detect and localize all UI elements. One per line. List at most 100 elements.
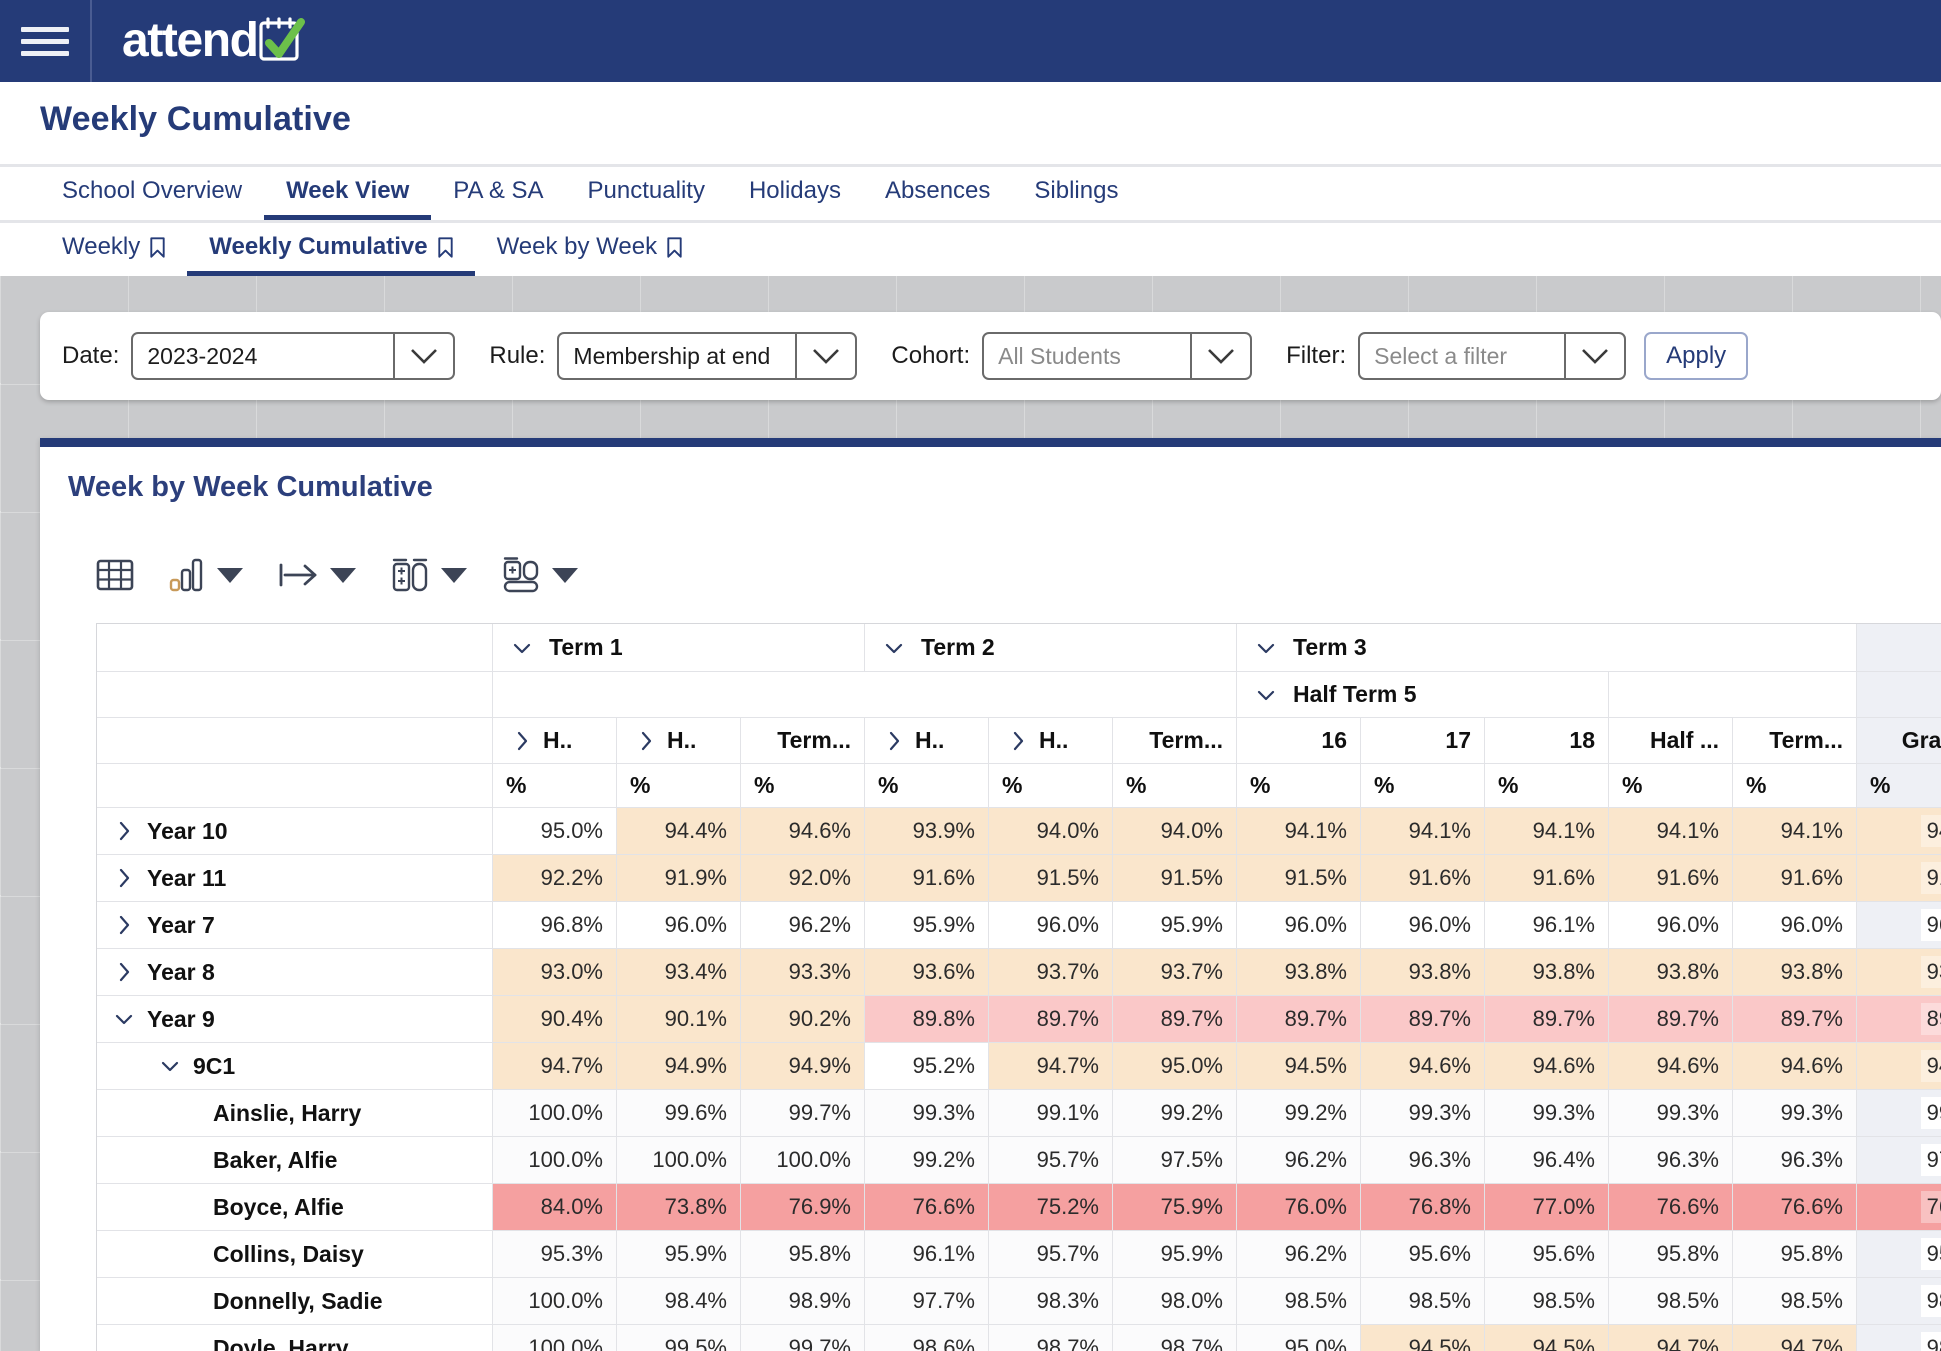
data-cell: 89.7%: [989, 996, 1113, 1043]
table-row[interactable]: Year 8 93.0% 93.4% 93.3% 93.6% 93.7% 93.7% 93.8…: [97, 949, 1941, 996]
table-row[interactable]: Baker, Alfie 100.0% 100.0% 100.0% 99.2% 95.7%…: [97, 1137, 1941, 1184]
half-term-group-header[interactable]: Half Term 5: [1237, 672, 1609, 718]
term-group-header[interactable]: Term 1: [493, 624, 865, 672]
row-label-cell[interactable]: Year 10: [97, 808, 493, 855]
chevron-down-icon[interactable]: [109, 1007, 139, 1031]
grand-total-cell: 98.2%: [1857, 1325, 1941, 1351]
table-row[interactable]: Doyle, Harry 100.0% 99.5% 99.7% 98.6% 98.7% 98…: [97, 1325, 1941, 1351]
chevron-right-icon[interactable]: [109, 960, 139, 984]
tab-siblings[interactable]: Siblings: [1012, 179, 1140, 220]
bookmark-icon[interactable]: [150, 236, 165, 258]
bookmark-icon[interactable]: [437, 236, 453, 258]
table-row[interactable]: Boyce, Alfie 84.0% 73.8% 76.9% 76.6% 75.2% 75.…: [97, 1184, 1941, 1231]
hamburger-menu-icon[interactable]: [0, 0, 92, 82]
term-group-header[interactable]: Term 3: [1237, 624, 1857, 672]
tab-week-view[interactable]: Week View: [264, 179, 432, 220]
tab-absences[interactable]: Absences: [863, 179, 1012, 220]
data-cell: 95.6%: [1361, 1231, 1485, 1278]
bookmark-icon[interactable]: [667, 236, 682, 258]
row-label-cell[interactable]: 9C1: [97, 1043, 493, 1090]
term-group-header[interactable]: Term 2: [865, 624, 1237, 672]
cell-value: 94.6%: [1408, 1053, 1471, 1078]
subtab-weekly-cumulative[interactable]: Weekly Cumulative: [187, 235, 475, 276]
chevron-down-icon[interactable]: [1251, 683, 1281, 707]
tab-punctuality[interactable]: Punctuality: [566, 179, 727, 220]
row-label-cell[interactable]: Ainslie, Harry: [97, 1090, 493, 1137]
rule-select[interactable]: Membership at end: [557, 332, 858, 380]
column-header[interactable]: Term...: [741, 718, 865, 764]
table-view-icon[interactable]: [96, 558, 134, 592]
chevron-right-icon[interactable]: [631, 729, 661, 753]
cell-value: 95.3%: [540, 1241, 603, 1266]
cell-value: 92.0%: [788, 865, 851, 890]
term-group-header[interactable]: [1857, 624, 1941, 672]
chevron-right-icon[interactable]: [879, 729, 909, 753]
table-row[interactable]: Year 10 95.0% 94.4% 94.6% 93.9% 94.0% 94.0% 94.…: [97, 808, 1941, 855]
chevron-down-icon[interactable]: [507, 636, 537, 660]
chevron-right-icon[interactable]: [109, 913, 139, 937]
bar-chart-icon[interactable]: [168, 558, 243, 592]
table-row[interactable]: 9C1 94.7% 94.9% 94.9% 95.2% 94.7% 95.0% 94.5% 94…: [97, 1043, 1941, 1090]
chevron-down-icon[interactable]: [1251, 636, 1281, 660]
column-header-label: H..: [667, 727, 697, 753]
cell-value: 89.9%: [1920, 1003, 1941, 1035]
cell-value: 75.9%: [1160, 1194, 1223, 1219]
cohort-select[interactable]: All Students: [982, 332, 1253, 380]
apply-button[interactable]: Apply: [1644, 332, 1749, 380]
column-header[interactable]: Term...: [1113, 718, 1237, 764]
row-label-cell[interactable]: Year 11: [97, 855, 493, 902]
tab-pa-sa[interactable]: PA & SA: [431, 179, 565, 220]
row-label-cell[interactable]: Year 7: [97, 902, 493, 949]
tab-school-overview[interactable]: School Overview: [40, 179, 264, 220]
chevron-right-icon[interactable]: [1003, 729, 1033, 753]
column-header[interactable]: 18: [1485, 718, 1609, 764]
date-select[interactable]: 2023-2024: [131, 332, 456, 380]
row-label-cell[interactable]: Year 8: [97, 949, 493, 996]
column-header[interactable]: H..: [617, 718, 741, 764]
column-header[interactable]: H..: [865, 718, 989, 764]
subtab-weekly[interactable]: Weekly: [40, 235, 187, 276]
chevron-right-icon[interactable]: [507, 729, 537, 753]
table-row[interactable]: Donnelly, Sadie 100.0% 98.4% 98.9% 97.7% 98.3…: [97, 1278, 1941, 1325]
tab-label: Weekly: [62, 233, 141, 260]
row-label-cell[interactable]: Donnelly, Sadie: [97, 1278, 493, 1325]
row-label-cell[interactable]: Collins, Daisy: [97, 1231, 493, 1278]
cell-value: 93.0%: [540, 959, 603, 984]
export-arrow-icon[interactable]: [277, 558, 356, 592]
row-label-cell[interactable]: Year 9: [97, 996, 493, 1043]
cell-value: 98.9%: [788, 1288, 851, 1313]
cell-value: 98.3%: [1920, 1285, 1941, 1317]
row-label-cell[interactable]: Doyle, Harry: [97, 1325, 493, 1351]
chevron-down-icon[interactable]: [879, 636, 909, 660]
row-label-cell[interactable]: Baker, Alfie: [97, 1137, 493, 1184]
column-header[interactable]: Term...: [1733, 718, 1857, 764]
column-header[interactable]: 17: [1361, 718, 1485, 764]
column-settings-icon[interactable]: [390, 557, 467, 593]
table-row[interactable]: Year 9 90.4% 90.1% 90.2% 89.8% 89.7% 89.7% 89.7…: [97, 996, 1941, 1043]
data-cell: 99.3%: [865, 1090, 989, 1137]
table-row[interactable]: Year 11 92.2% 91.9% 92.0% 91.6% 91.5% 91.5% 91.…: [97, 855, 1941, 902]
chevron-down-icon[interactable]: [155, 1054, 185, 1078]
data-cell: 93.0%: [493, 949, 617, 996]
column-header[interactable]: 16: [1237, 718, 1361, 764]
filter-select[interactable]: Select a filter: [1358, 332, 1627, 380]
cell-value: 91.6%: [1656, 865, 1719, 890]
column-header[interactable]: H..: [989, 718, 1113, 764]
chevron-right-icon[interactable]: [109, 866, 139, 890]
cell-value: 96.0%: [1656, 912, 1719, 937]
column-header[interactable]: Half ...: [1609, 718, 1733, 764]
row-settings-icon[interactable]: [501, 557, 578, 593]
table-row[interactable]: Collins, Daisy 95.3% 95.9% 95.8% 96.1% 95.7% 9…: [97, 1231, 1941, 1278]
data-cell: 95.0%: [493, 808, 617, 855]
subtab-week-by-week[interactable]: Week by Week: [475, 235, 705, 276]
brand-logo[interactable]: attend: [92, 17, 308, 65]
data-cell: 98.7%: [1113, 1325, 1237, 1351]
tab-holidays[interactable]: Holidays: [727, 179, 863, 220]
column-header[interactable]: Grand ...: [1857, 718, 1941, 764]
chevron-right-icon[interactable]: [109, 819, 139, 843]
table-row[interactable]: Year 7 96.8% 96.0% 96.2% 95.9% 96.0% 95.9% 96.0…: [97, 902, 1941, 949]
table-row[interactable]: Ainslie, Harry 100.0% 99.6% 99.7% 99.3% 99.1%…: [97, 1090, 1941, 1137]
column-header[interactable]: H..: [493, 718, 617, 764]
row-label-cell[interactable]: Boyce, Alfie: [97, 1184, 493, 1231]
cell-value: 99.3%: [1656, 1100, 1719, 1125]
